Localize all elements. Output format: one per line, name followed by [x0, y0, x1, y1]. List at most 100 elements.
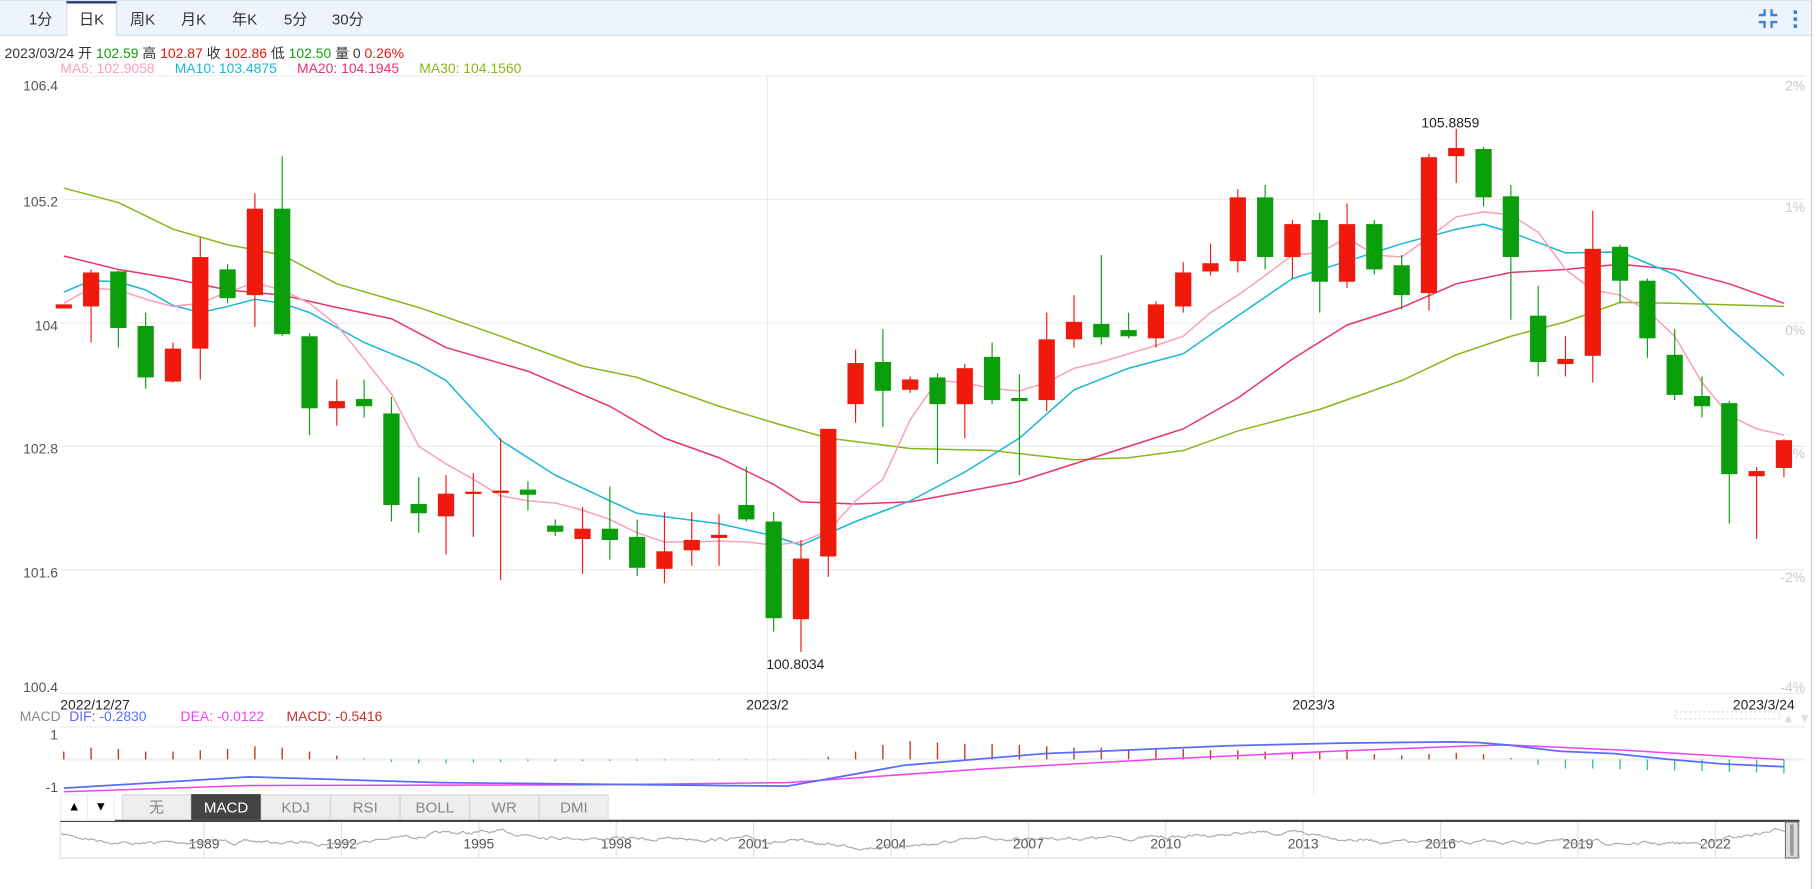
navigator-year-label: 1995: [463, 836, 494, 852]
candle-down: [383, 413, 400, 506]
dea-legend: DEA: -0.0122: [180, 708, 265, 725]
candle-down: [110, 271, 127, 329]
candle-up: [492, 490, 509, 493]
macd-value-legend: MACD: -0.5416: [286, 708, 383, 725]
scroll-down-button[interactable]: ▼: [86, 794, 115, 821]
navigator-year-label: 2001: [738, 836, 769, 852]
candle-up: [1284, 224, 1301, 258]
ma20-line: [63, 255, 1785, 505]
candle-up: [710, 534, 728, 538]
candle-down: [983, 356, 1001, 401]
candle-down: [1011, 398, 1028, 402]
dif-legend: DIF: -0.2830: [69, 708, 147, 725]
price-tick: 104: [35, 317, 58, 333]
candle-up: [246, 208, 264, 296]
percent-tick: 2%: [1785, 77, 1805, 93]
candle-up: [1229, 197, 1246, 262]
scroll-up-button[interactable]: ▲: [60, 794, 89, 821]
ma30-line: [63, 187, 1784, 461]
dea-line: [63, 744, 1785, 793]
candle-up: [656, 551, 673, 569]
candle-down: [519, 489, 537, 495]
candle-down: [1093, 323, 1110, 338]
candle-up: [683, 540, 700, 551]
macd-tick: 1: [50, 727, 58, 743]
macd-legend: MACD DIF: -0.2830 DEA: -0.0122 MACD: -0.…: [20, 708, 383, 724]
pane-up-arrow-icon[interactable]: ▲: [1782, 710, 1795, 725]
percent-tick: -2%: [1780, 569, 1805, 585]
candle-up: [465, 491, 482, 494]
candle-up: [1448, 147, 1465, 157]
candle-down: [765, 521, 782, 619]
candle-up: [1775, 440, 1793, 468]
macd-title: MACD: [19, 708, 61, 725]
dif-line: [63, 741, 1785, 790]
macd-tick: -1: [46, 779, 59, 795]
candle-down: [738, 505, 755, 520]
indicator-tab-macd[interactable]: MACD: [191, 794, 261, 820]
navigator-year-label: 2013: [1288, 836, 1319, 852]
x-label-feb: 2023/2: [746, 697, 789, 713]
candle-up: [1147, 304, 1165, 339]
indicator-tab-wr[interactable]: WR: [469, 794, 540, 820]
candle-down: [1530, 315, 1547, 362]
navigator-box: [59, 820, 1800, 859]
candle-up: [82, 272, 100, 307]
price-tick: 105.2: [23, 193, 58, 209]
candle-up: [437, 493, 455, 517]
kline-chart-widget: 1分 日K 周K 月K 年K 5分 30分 2023/03/24 开 102.5…: [0, 0, 1818, 889]
candle-down: [601, 528, 618, 541]
candle-down: [1366, 224, 1383, 270]
indicator-tab-boll[interactable]: BOLL: [399, 794, 470, 820]
percent-tick: 1%: [1785, 199, 1805, 215]
navigator-year-label: 1989: [189, 836, 220, 852]
candle-down: [929, 377, 946, 405]
candle-up: [1175, 272, 1192, 307]
candle-up: [1338, 224, 1356, 282]
candle-down: [1120, 330, 1137, 337]
candle-up: [1557, 358, 1574, 365]
candle-down: [547, 525, 564, 532]
candle-up: [328, 401, 345, 409]
candle-up: [792, 558, 810, 620]
candle-down: [274, 208, 291, 335]
min-price-annotation: 100.8034: [766, 656, 824, 672]
price-tick: 106.4: [23, 77, 58, 93]
candle-up: [1065, 321, 1083, 340]
indicator-tab-rsi[interactable]: RSI: [330, 794, 400, 820]
candle-up: [1202, 263, 1219, 272]
candle-down: [219, 269, 236, 299]
candle-up: [1038, 339, 1055, 401]
price-tick: 100.4: [23, 679, 58, 695]
pane-down-arrow-icon[interactable]: ▼: [1798, 710, 1811, 725]
price-tick: 101.6: [23, 564, 58, 580]
candle-up: [574, 528, 591, 539]
candle-up: [192, 257, 209, 349]
indicator-tab-none[interactable]: 无: [121, 794, 192, 820]
candle-down: [1502, 196, 1519, 258]
candle-down: [1721, 403, 1738, 475]
candle-down: [629, 536, 646, 568]
candle-down: [410, 503, 427, 514]
candle-down: [1311, 219, 1328, 282]
candle-up: [902, 379, 919, 390]
candle-up: [820, 428, 837, 557]
candle-down: [301, 336, 318, 409]
candle-down: [874, 361, 891, 391]
candle-down: [1693, 395, 1711, 407]
candle-up: [956, 368, 973, 405]
ma5-line: [63, 211, 1785, 546]
candle-down: [137, 325, 154, 378]
indicator-tab-dmi[interactable]: DMI: [539, 794, 609, 820]
candle-up: [55, 304, 72, 309]
candle-down: [1393, 265, 1410, 296]
candle-up: [1420, 157, 1438, 294]
percent-tick: -4%: [1780, 679, 1805, 695]
candle-up: [164, 348, 182, 382]
candle-down: [1611, 246, 1629, 281]
candle-up: [1748, 471, 1765, 477]
indicator-tab-kdj[interactable]: KDJ: [260, 794, 331, 820]
candlestick-chart[interactable]: 106.4 105.2 104 102.8 101.6 100.4 2% 1% …: [0, 0, 1818, 889]
price-tick: 102.8: [23, 440, 58, 456]
percent-tick: 0%: [1785, 322, 1805, 338]
